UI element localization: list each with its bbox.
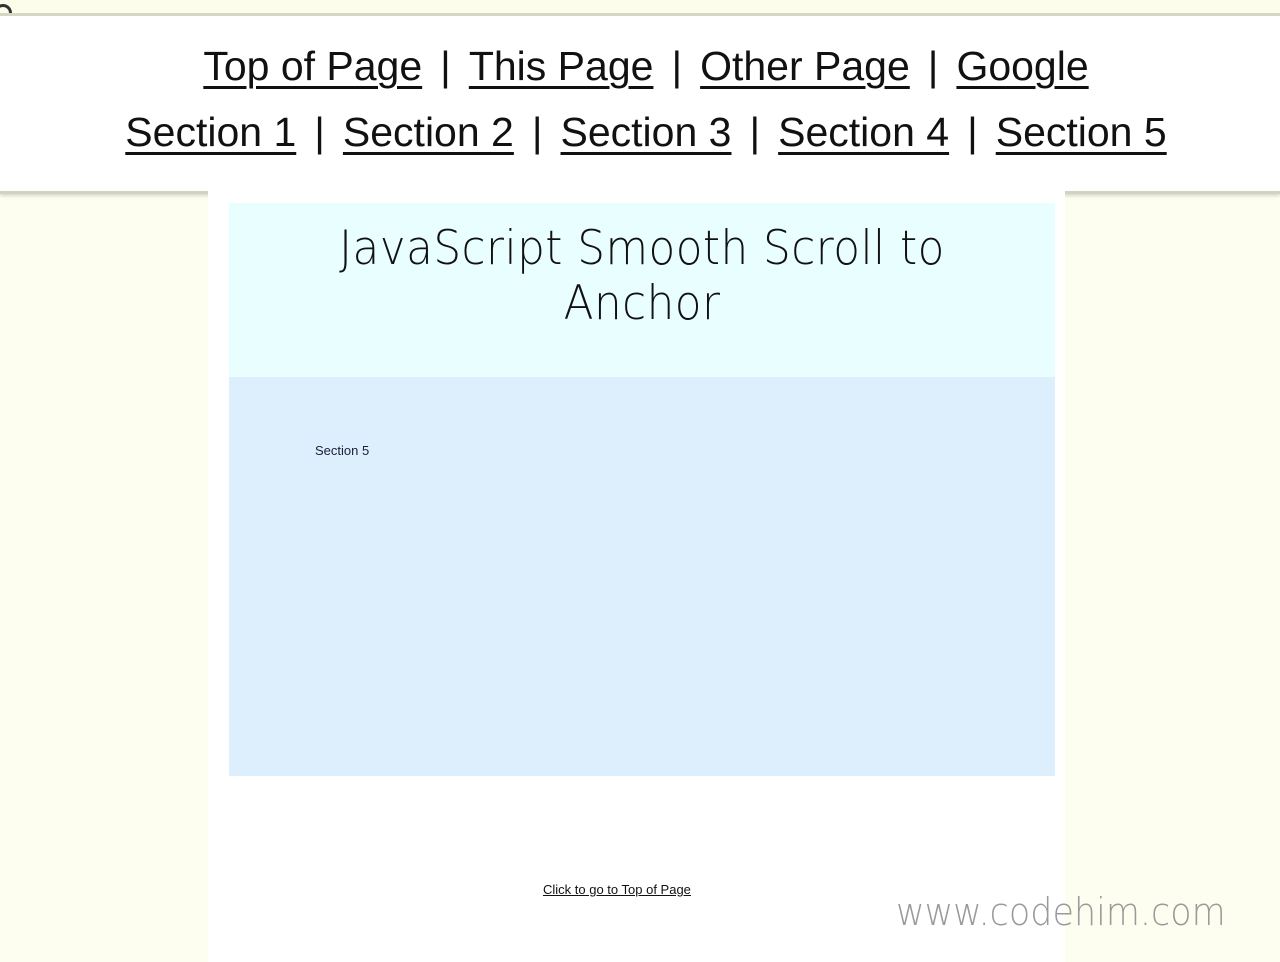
nav-link-section-4[interactable]: Section 4 (778, 109, 949, 155)
page-title: JavaScript Smooth Scroll to Anchor (339, 221, 945, 331)
nav-separator: | (749, 109, 761, 155)
header-section: JavaScript Smooth Scroll to Anchor (229, 203, 1055, 377)
section-5: Section 5 (229, 377, 1055, 776)
nav-separator: | (927, 43, 939, 89)
back-to-top-link[interactable]: Click to go to Top of Page (543, 882, 691, 897)
nav-separator: | (967, 109, 978, 155)
nav-separator: | (440, 43, 451, 89)
watermark: www.codehim.com (896, 890, 1226, 934)
nav-link-section-5[interactable]: Section 5 (996, 109, 1167, 155)
nav-link-section-2[interactable]: Section 2 (343, 109, 514, 155)
nav-link-top-of-page[interactable]: Top of Page (203, 43, 422, 89)
nav-separator: | (314, 109, 325, 155)
section-label: Section 5 (315, 443, 370, 458)
nav-row-pages: Top of Page | This Page | Other Page | Google (6, 43, 1280, 90)
nav-link-this-page[interactable]: This Page (469, 43, 654, 89)
nav-link-section-1[interactable]: Section 1 (125, 109, 296, 155)
fixed-navbar: Top of Page | This Page | Other Page | Google … (0, 13, 1280, 194)
content-area: JavaScript Smooth Scroll to Anchor Secti… (208, 191, 1065, 962)
nav-link-section-3[interactable]: Section 3 (561, 109, 732, 155)
nav-separator: | (531, 109, 543, 155)
nav-link-google[interactable]: Google (956, 43, 1088, 89)
nav-separator: | (671, 43, 683, 89)
nav-row-sections: Section 1 | Section 2 | Section 3 | Section 4 |… (6, 109, 1280, 156)
top-strip (0, 0, 1280, 13)
nav-link-other-page[interactable]: Other Page (700, 43, 910, 89)
